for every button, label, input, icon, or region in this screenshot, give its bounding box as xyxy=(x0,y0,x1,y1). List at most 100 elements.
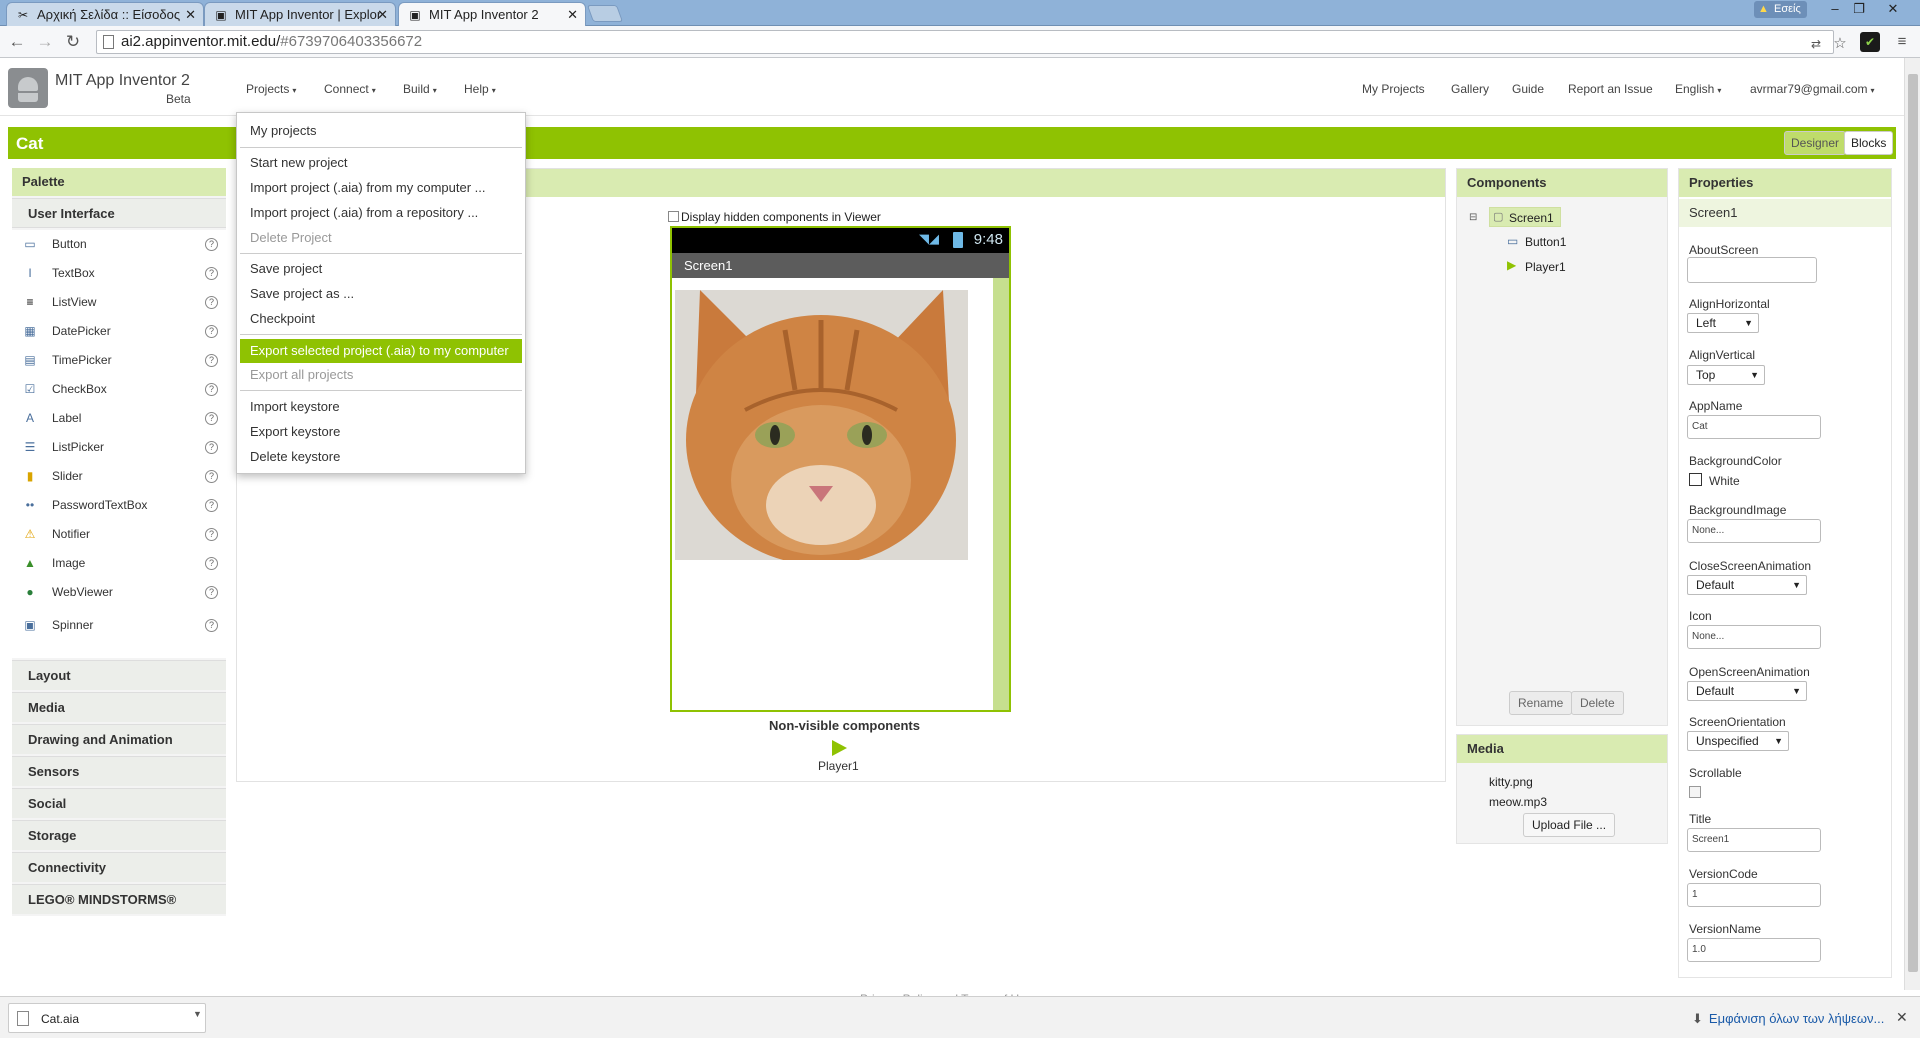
menu-connect[interactable]: Connect ▾ xyxy=(324,82,376,96)
aboutscreen-textarea[interactable] xyxy=(1687,257,1817,283)
address-bar[interactable]: ai2.appinventor.mit.edu/#673970640335667… xyxy=(96,30,1834,54)
help-icon[interactable]: ? xyxy=(205,267,218,280)
tree-item-screen1[interactable]: Screen1 xyxy=(1509,209,1554,227)
palette-category-lego[interactable]: LEGO® MINDSTORMS® xyxy=(12,884,226,914)
menu-help[interactable]: Help ▾ xyxy=(464,82,496,96)
close-downloads-icon[interactable]: ✕ xyxy=(1896,1009,1908,1026)
menu-item-import-keystore[interactable]: Import keystore xyxy=(237,395,525,419)
palette-category-drawing[interactable]: Drawing and Animation xyxy=(12,724,226,754)
palette-item-listpicker[interactable]: ☰ ListPicker? xyxy=(12,433,226,462)
help-icon[interactable]: ? xyxy=(205,499,218,512)
designer-button[interactable]: Designer xyxy=(1784,131,1847,155)
palette-item-listview[interactable]: ≡ ListView? xyxy=(12,288,226,317)
palette-category-layout[interactable]: Layout xyxy=(12,660,226,690)
versioncode-input[interactable]: 1 xyxy=(1687,883,1821,907)
color-swatch-icon[interactable] xyxy=(1689,473,1702,486)
palette-item-notifier[interactable]: ⚠ Notifier? xyxy=(12,520,226,549)
app-inventor-logo-icon[interactable] xyxy=(8,68,48,108)
page-scrollbar[interactable] xyxy=(1904,58,1920,990)
help-icon[interactable]: ? xyxy=(205,441,218,454)
help-icon[interactable]: ? xyxy=(205,586,218,599)
close-tab-icon[interactable]: ✕ xyxy=(185,3,196,26)
browser-user-chip[interactable]: ▲ Εσείς xyxy=(1754,1,1807,18)
collapse-tree-icon[interactable]: ⊟ xyxy=(1469,209,1477,227)
minimize-icon[interactable]: – xyxy=(1824,0,1846,20)
palette-item-image[interactable]: ▲ Image? xyxy=(12,549,226,578)
versionname-input[interactable]: 1.0 xyxy=(1687,938,1821,962)
help-icon[interactable]: ? xyxy=(205,296,218,309)
closescreenanimation-select[interactable]: Default ▼ xyxy=(1687,575,1807,595)
help-icon[interactable]: ? xyxy=(205,238,218,251)
nonvisible-player1[interactable]: Player1 xyxy=(818,759,859,773)
help-icon[interactable]: ? xyxy=(205,470,218,483)
menu-item-checkpoint[interactable]: Checkpoint xyxy=(237,307,525,331)
link-report-issue[interactable]: Report an Issue xyxy=(1568,82,1653,96)
help-icon[interactable]: ? xyxy=(205,528,218,541)
browser-tab-1[interactable]: ✂ Αρχική Σελίδα :: Είσοδος ✕ xyxy=(6,2,204,26)
palette-item-button[interactable]: ▭ Button? xyxy=(12,230,226,259)
menu-item-import-from-repository[interactable]: Import project (.aia) from a repository … xyxy=(237,201,525,225)
media-file-meow[interactable]: meow.mp3 xyxy=(1489,793,1547,811)
menu-item-export-keystore[interactable]: Export keystore xyxy=(237,420,525,444)
menu-item-save-project-as[interactable]: Save project as ... xyxy=(237,282,525,306)
browser-tab-3[interactable]: ▣ MIT App Inventor 2 ✕ xyxy=(398,2,586,26)
palette-item-label[interactable]: A Label? xyxy=(12,404,226,433)
alignhorizontal-select[interactable]: Left ▼ xyxy=(1687,313,1759,333)
palette-item-passwordtextbox[interactable]: •• PasswordTextBox? xyxy=(12,491,226,520)
palette-category-connectivity[interactable]: Connectivity xyxy=(12,852,226,882)
palette-item-slider[interactable]: ▮ Slider? xyxy=(12,462,226,491)
restore-icon[interactable]: ❐ xyxy=(1848,0,1870,20)
back-icon[interactable]: ← xyxy=(6,31,28,53)
menu-language[interactable]: English ▾ xyxy=(1675,82,1721,96)
palette-category-storage[interactable]: Storage xyxy=(12,820,226,850)
close-window-icon[interactable]: ✕ xyxy=(1872,0,1914,20)
menu-build[interactable]: Build ▾ xyxy=(403,82,437,96)
browser-tab-2[interactable]: ▣ MIT App Inventor | Explor ✕ xyxy=(204,2,396,26)
tree-item-button1[interactable]: Button1 xyxy=(1525,233,1566,251)
palette-item-spinner[interactable]: ▣ Spinner? xyxy=(12,611,226,640)
show-all-downloads-link[interactable]: ⬇ Εμφάνιση όλων των λήψεων... xyxy=(1692,1011,1884,1027)
reload-icon[interactable]: ↻ xyxy=(62,31,84,53)
palette-item-checkbox[interactable]: ☑ CheckBox? xyxy=(12,375,226,404)
backgroundimage-input[interactable]: None... xyxy=(1687,519,1821,543)
blocks-button[interactable]: Blocks xyxy=(1844,131,1894,155)
help-icon[interactable]: ? xyxy=(205,412,218,425)
display-hidden-checkbox[interactable]: Display hidden components in Viewer xyxy=(668,210,881,224)
menu-item-my-projects[interactable]: My projects xyxy=(237,119,525,143)
alignvertical-select[interactable]: Top ▼ xyxy=(1687,365,1765,385)
palette-item-textbox[interactable]: I TextBox? xyxy=(12,259,226,288)
help-icon[interactable]: ? xyxy=(205,619,218,632)
help-icon[interactable]: ? xyxy=(205,557,218,570)
menu-item-delete-keystore[interactable]: Delete keystore xyxy=(237,445,525,469)
help-icon[interactable]: ? xyxy=(205,383,218,396)
help-icon[interactable]: ? xyxy=(205,354,218,367)
menu-item-save-project[interactable]: Save project xyxy=(237,257,525,281)
menu-item-export-selected-project[interactable]: Export selected project (.aia) to my com… xyxy=(240,339,522,363)
icon-input[interactable]: None... xyxy=(1687,625,1821,649)
download-item[interactable]: Cat.aia ▼ xyxy=(8,1003,206,1033)
tree-item-player1[interactable]: Player1 xyxy=(1525,258,1566,276)
player-icon[interactable] xyxy=(832,740,847,756)
help-icon[interactable]: ? xyxy=(205,325,218,338)
extension-icon[interactable]: ✔ xyxy=(1860,32,1880,52)
link-gallery[interactable]: Gallery xyxy=(1451,82,1489,96)
palette-item-datepicker[interactable]: ▦ DatePicker? xyxy=(12,317,226,346)
link-guide[interactable]: Guide xyxy=(1512,82,1544,96)
openscreenanimation-select[interactable]: Default ▼ xyxy=(1687,681,1807,701)
menu-user[interactable]: avrmar79@gmail.com ▾ xyxy=(1750,82,1875,96)
close-tab-icon[interactable]: ✕ xyxy=(567,3,578,26)
phone-preview[interactable]: ◥◢ 9:48 Screen1 xyxy=(670,226,1011,712)
rename-button[interactable]: Rename xyxy=(1509,691,1573,715)
menu-item-start-new-project[interactable]: Start new project xyxy=(237,151,525,175)
chrome-menu-icon[interactable]: ≡ xyxy=(1892,32,1912,52)
backgroundcolor-value[interactable]: White xyxy=(1709,474,1740,488)
link-my-projects[interactable]: My Projects xyxy=(1362,82,1425,96)
scrollbar-thumb[interactable] xyxy=(1908,74,1918,972)
appname-input[interactable]: Cat xyxy=(1687,415,1821,439)
new-tab-button[interactable] xyxy=(586,5,624,22)
palette-item-webviewer[interactable]: ● WebViewer? xyxy=(12,578,226,607)
chevron-down-icon[interactable]: ▼ xyxy=(193,1009,202,1019)
palette-category-media[interactable]: Media xyxy=(12,692,226,722)
palette-item-timepicker[interactable]: ▤ TimePicker? xyxy=(12,346,226,375)
cat-image[interactable] xyxy=(675,290,968,560)
